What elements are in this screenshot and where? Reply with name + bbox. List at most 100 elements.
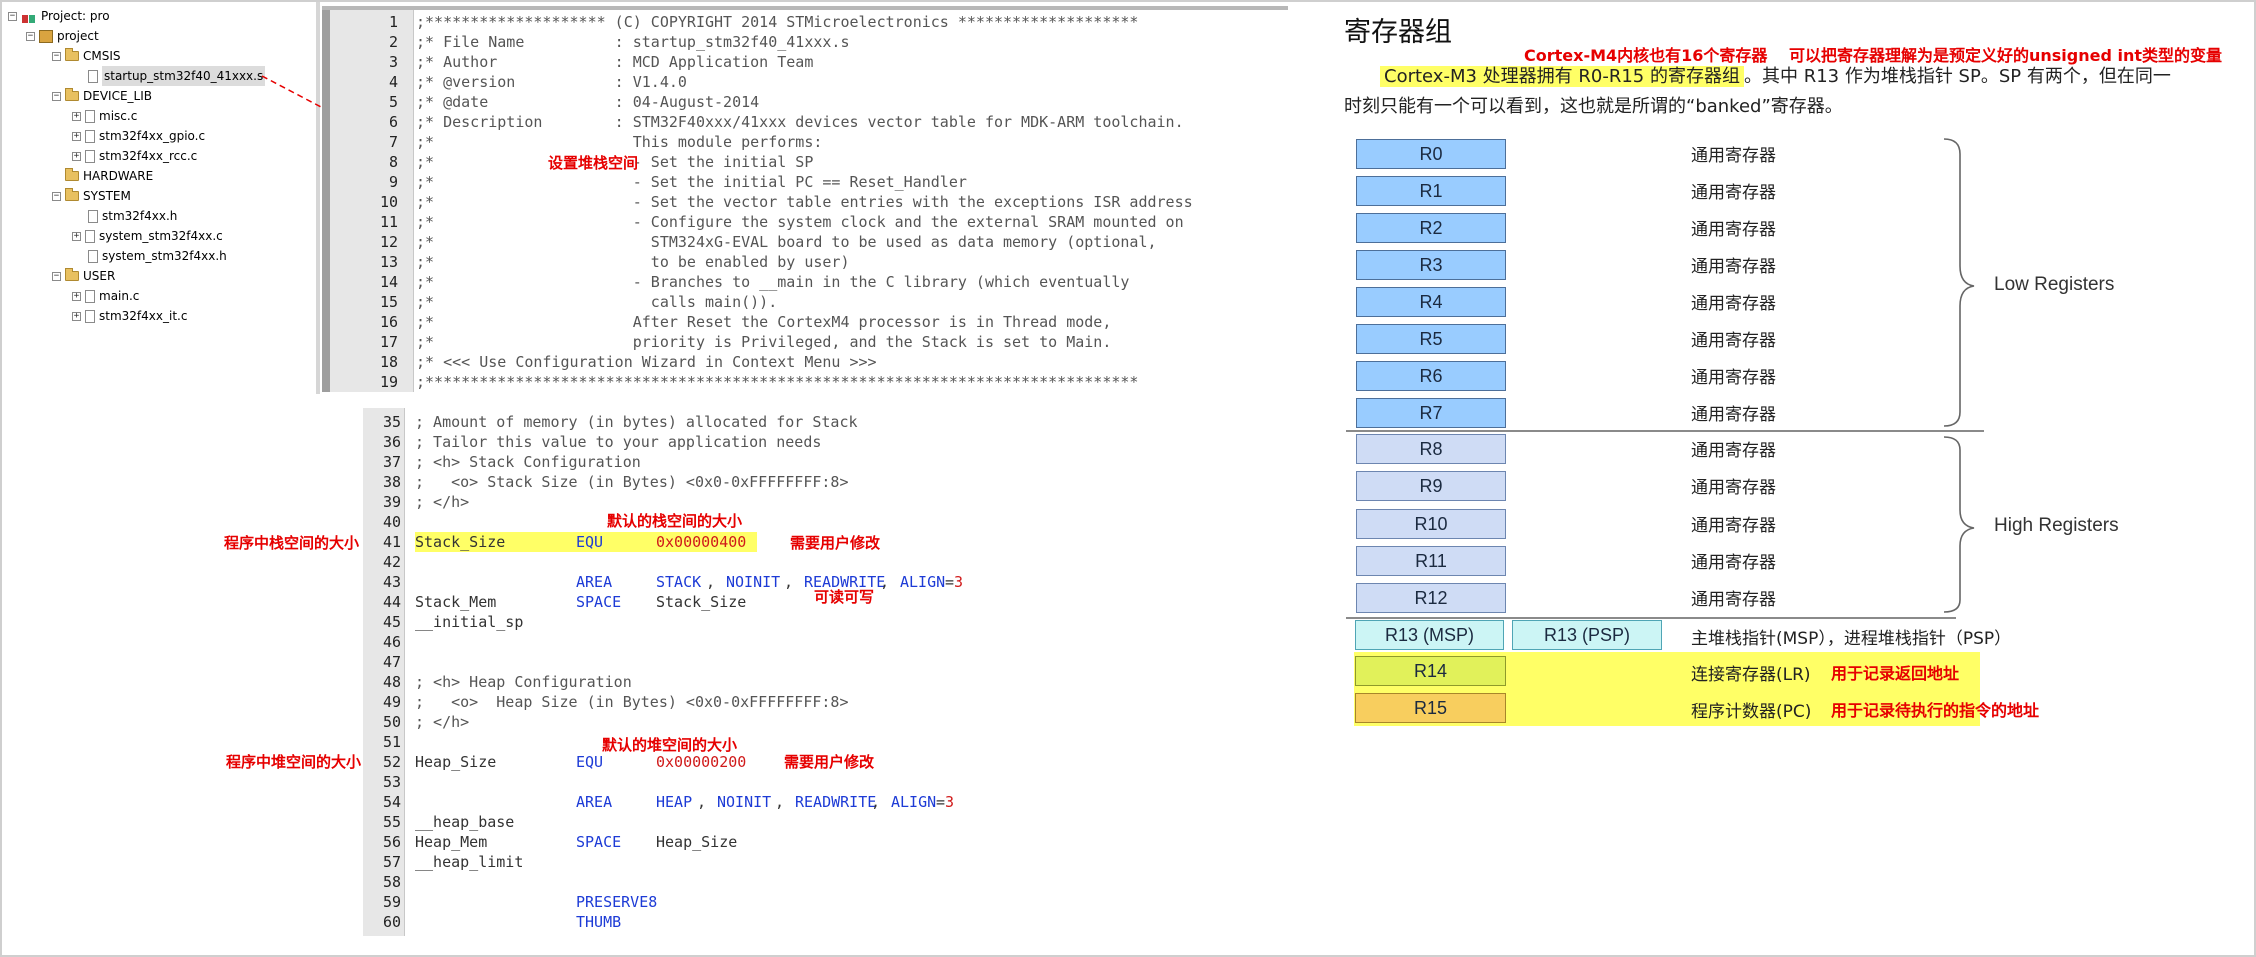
collapse-icon[interactable]: − [52,51,61,61]
tree-file-misc[interactable]: + misc.c [72,106,137,126]
area-keyword: AREA [576,793,613,811]
tree-file-it-c[interactable]: + stm32f4xx_it.c [72,306,187,326]
code-line: ;* STM324xG-EVAL board to be used as dat… [416,233,1157,251]
expand-icon[interactable]: + [72,291,81,301]
tree-group-label: USER [83,269,116,283]
code-line: __heap_limit [415,853,524,871]
expand-icon[interactable]: + [72,151,81,161]
tree-project[interactable]: − project [26,26,99,46]
code-punct: , [697,793,707,811]
register-r1: R1 [1356,176,1506,206]
tree-file-main-c[interactable]: + main.c [72,286,139,306]
line-number: 16 [379,313,398,331]
expand-icon[interactable]: + [72,111,81,121]
code-line: ; Tailor this value to your application … [415,433,822,451]
code-token: SPACE [576,593,622,611]
registers-title: 寄存器组 [1344,17,1452,48]
tree-file-gpio[interactable]: + stm32f4xx_gpio.c [72,126,205,146]
registers-paragraph-line2: 时刻只能有一个可以看到，这也就是所谓的“banked”寄存器。 [1344,96,1843,117]
register-desc: 通用寄存器 [1691,183,1776,203]
register-desc: 通用寄存器 [1691,220,1776,240]
tree-group-cmsis[interactable]: − CMSIS [52,46,121,66]
line-number: 1 [388,13,398,31]
line-number: 58 [382,873,401,891]
register-desc: 通用寄存器 [1691,294,1776,314]
register-r8: R8 [1356,434,1506,464]
code-line: ; </h> [415,493,470,511]
line-number: 5 [388,93,398,111]
tree-root[interactable]: − Project: pro [8,6,110,26]
register-r2: R2 [1356,213,1506,243]
annotation-stack-default: 默认的栈空间的大小 [607,512,743,530]
tree-file-system-c[interactable]: + system_stm32f4xx.c [72,226,223,246]
tree-group-hardware[interactable]: HARDWARE [65,166,153,186]
tree-file-stm32f4xx-h[interactable]: stm32f4xx.h [88,206,177,226]
low-registers-brace-icon [1943,138,1975,427]
line-number: 51 [382,733,401,751]
register-r13-psp: R13 (PSP) [1512,620,1662,650]
line-number: 59 [382,893,401,911]
tree-file-label: stm32f4xx.h [102,209,178,223]
register-desc: 通用寄存器 [1691,331,1776,351]
code-token: Heap_Mem [415,833,488,851]
tree-file-rcc[interactable]: + stm32f4xx_rcc.c [72,146,197,166]
register-r7: R7 [1356,398,1506,428]
register-desc: 通用寄存器 [1691,553,1776,573]
tree-file-label: stm32f4xx_rcc.c [99,149,198,163]
project-tree: − Project: pro − project − CMSIS startup… [2,2,319,394]
line-number: 17 [379,333,398,351]
register-r14: R14 [1355,656,1506,686]
equ-keyword: EQU [576,753,604,771]
collapse-icon[interactable]: − [52,191,61,201]
tree-file-system-h[interactable]: system_stm32f4xx.h [88,246,227,266]
line-number: 37 [382,453,401,471]
code-token: READWRITE [795,793,877,811]
tree-root-label: Project: pro [41,9,110,23]
register-r13-desc: 主堆栈指针(MSP），进程堆栈指针（PSP） [1691,629,2012,649]
collapse-icon[interactable]: − [52,91,61,101]
annotation-heap-in-program: 程序中堆空间的大小 [226,753,362,771]
register-r14-note: 用于记录返回地址 [1831,664,1960,683]
stack-size-value[interactable]: 0x00000400 [656,532,746,552]
tree-file-label: stm32f4xx_gpio.c [99,129,206,143]
line-number: 11 [379,213,398,231]
expand-icon[interactable]: + [72,231,81,241]
code-pane-header[interactable]: 1 ;******************** (C) COPYRIGHT 201… [322,6,1288,392]
code-pane-stack-heap[interactable]: 35 36 37 38 39 40 41 42 43 44 45 46 47 48 49 50 51 52 53 54… [363,408,1143,936]
code-token: PRESERVE8 [576,893,658,911]
tree-file-label: stm32f4xx_it.c [99,309,188,323]
code-line: ;* to be enabled by user) [416,253,850,271]
collapse-icon[interactable]: − [52,271,61,281]
tree-splitter[interactable] [316,2,320,394]
folder-icon [65,48,79,61]
line-number: 19 [379,373,398,391]
line-number: 54 [382,793,401,811]
file-icon [85,129,95,143]
code-line: ;* priority is Privileged, and the Stack… [416,333,1112,351]
register-desc: 通用寄存器 [1691,368,1776,388]
tree-group-label: DEVICE_LIB [83,89,152,103]
code-token: 3 [945,793,955,811]
collapse-icon[interactable]: − [8,11,17,21]
line-number: 10 [379,193,398,211]
tree-group-label: SYSTEM [83,189,131,203]
tree-group-device-lib[interactable]: − DEVICE_LIB [52,86,152,106]
code-token: NOINIT [726,573,781,591]
register-r15-note: 用于记录待执行的指令的地址 [1831,701,2040,720]
file-icon [85,109,95,123]
register-r13-msp: R13 (MSP) [1355,620,1504,650]
code-token: NOINIT [717,793,772,811]
tree-group-user[interactable]: − USER [52,266,115,286]
expand-icon[interactable]: + [72,131,81,141]
code-token: THUMB [576,913,622,931]
heap-size-value[interactable]: 0x00000200 [656,752,746,772]
register-r15-desc: 程序计数器(PC) [1691,702,1812,722]
tree-project-label: project [57,29,99,43]
register-r10: R10 [1356,509,1506,539]
expand-icon[interactable]: + [72,311,81,321]
register-r5: R5 [1356,324,1506,354]
tree-group-system[interactable]: − SYSTEM [52,186,131,206]
collapse-icon[interactable]: − [26,31,35,41]
register-desc: 通用寄存器 [1691,478,1776,498]
tree-file-startup[interactable]: startup_stm32f40_41xxx.s [88,66,266,86]
